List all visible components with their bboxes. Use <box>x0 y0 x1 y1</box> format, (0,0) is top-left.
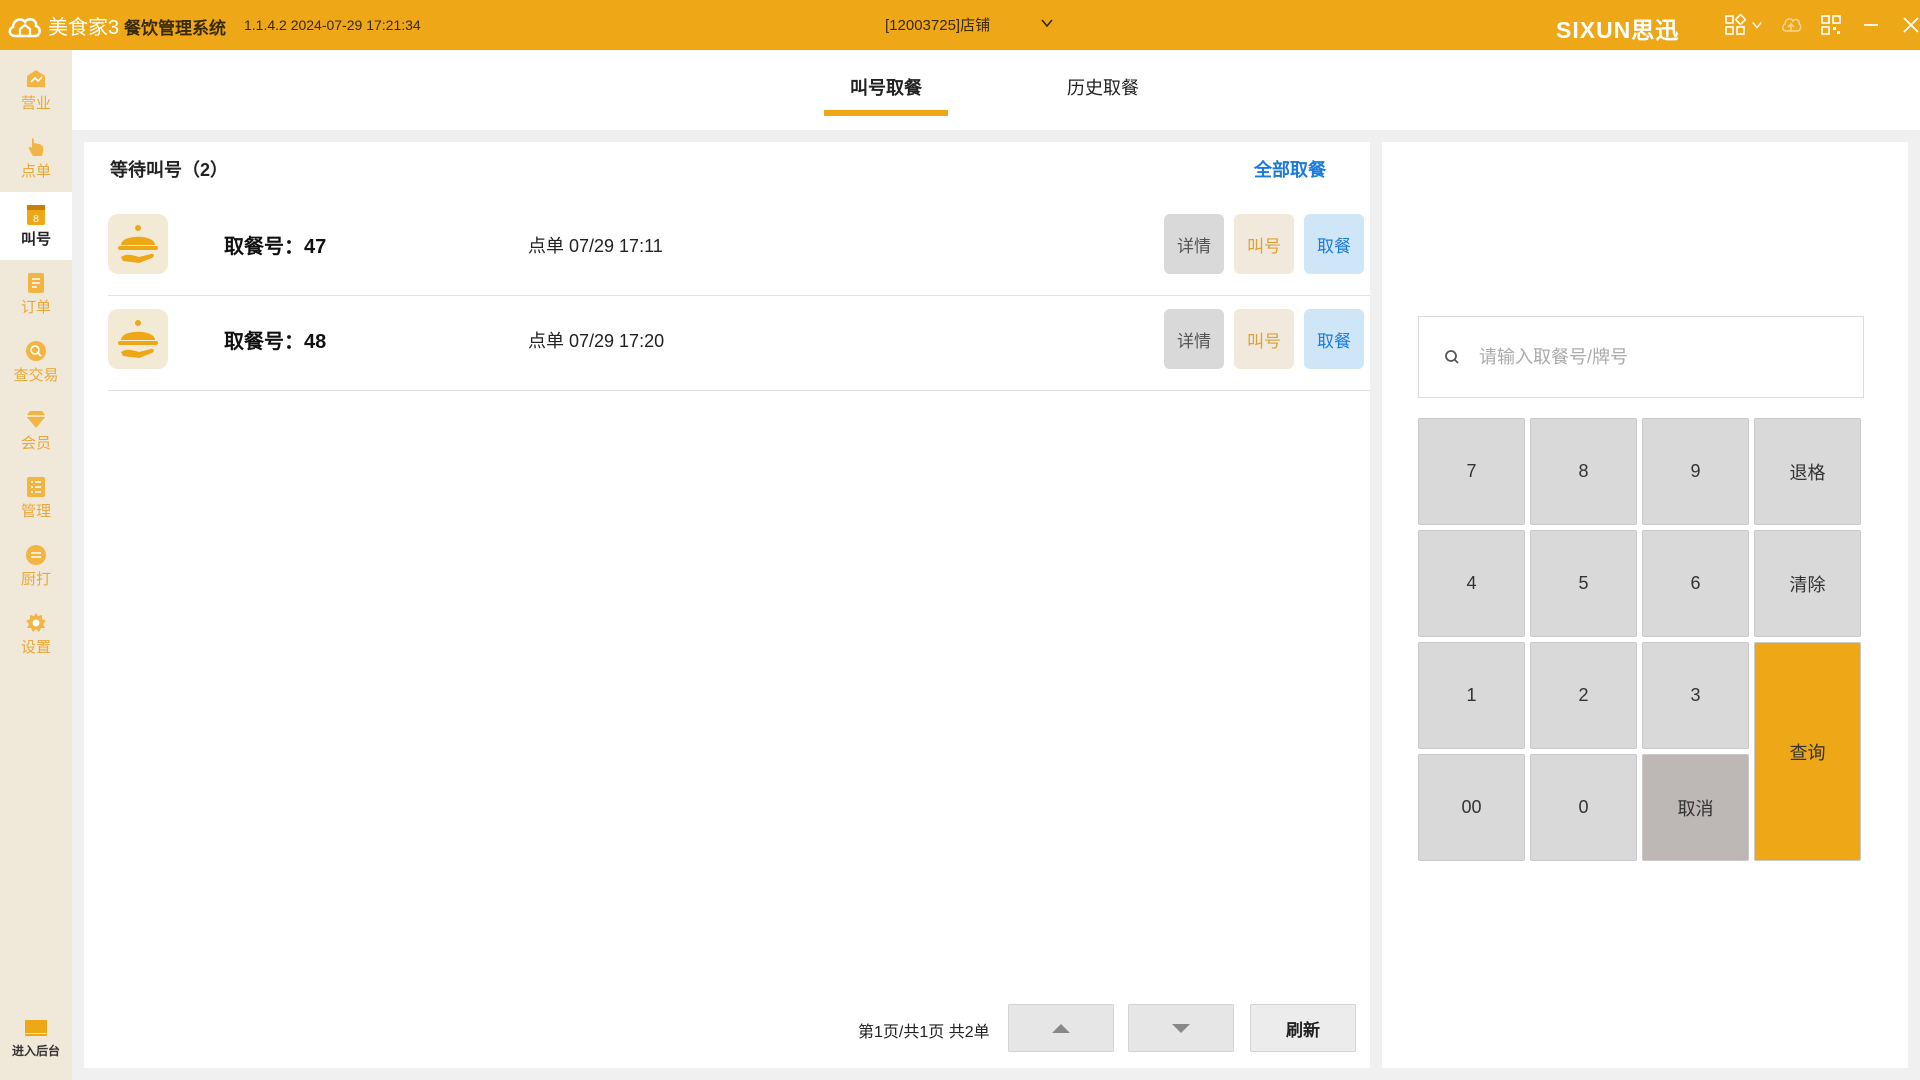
key-3[interactable]: 3 <box>1642 642 1749 749</box>
key-2[interactable]: 2 <box>1530 642 1637 749</box>
keypad-panel: 7 8 9 退格 4 5 6 清除 1 2 3 查询 00 0 取消 <box>1382 142 1908 1068</box>
order-list-icon <box>28 273 44 293</box>
cloud-logo-icon <box>8 17 41 37</box>
key-6[interactable]: 6 <box>1642 530 1749 637</box>
pickup-number: 取餐号：47 <box>224 236 327 258</box>
key-9[interactable]: 9 <box>1642 418 1749 525</box>
title-bar: 美食家3 餐饮管理系统 1.1.4.2 2024-07-29 17:21:34 … <box>0 0 1920 50</box>
call-button[interactable]: 叫号 <box>1234 214 1294 274</box>
sidebar-item-label: 设置 <box>20 639 51 656</box>
sidebar-item-transactions[interactable]: 查交易 <box>0 328 72 396</box>
tab-bar: 叫号取餐 历史取餐 <box>72 50 1920 130</box>
detail-button[interactable]: 详情 <box>1164 309 1224 369</box>
waiting-list-panel: 等待叫号（2） 全部取餐 取餐号：47 点单 07/29 17:11 详情 叫号… <box>84 142 1370 1068</box>
order-time: 点单 07/29 17:11 <box>528 236 663 256</box>
management-icon <box>27 477 45 497</box>
settings-gear-icon <box>26 613 46 632</box>
sidebar-item-order[interactable]: 点单 <box>0 124 72 192</box>
sidebar-item-label: 管理 <box>20 503 51 520</box>
transaction-search-icon <box>26 341 46 361</box>
enter-backend-label: 进入后台 <box>11 1044 60 1058</box>
take-meal-button[interactable]: 取餐 <box>1304 309 1364 369</box>
page-down-button[interactable] <box>1128 1004 1234 1052</box>
sidebar-item-label: 叫号 <box>20 231 51 248</box>
close-icon[interactable] <box>1898 12 1920 38</box>
store-selector[interactable]: [12003725]店铺 <box>885 14 990 35</box>
key-1[interactable]: 1 <box>1418 642 1525 749</box>
qr-code-icon[interactable] <box>1818 12 1844 38</box>
apps-grid-icon[interactable] <box>1722 12 1748 38</box>
kitchen-print-icon <box>26 545 46 565</box>
serving-tray-icon <box>108 214 168 274</box>
list-item: 取餐号：48 点单 07/29 17:20 详情 叫号 取餐 <box>108 297 1370 391</box>
take-meal-button[interactable]: 取餐 <box>1304 214 1364 274</box>
take-all-button[interactable]: 全部取餐 <box>1254 156 1326 182</box>
pickup-number-input[interactable] <box>1479 346 1839 368</box>
enter-backend-button[interactable]: 进入后台 <box>0 1004 72 1072</box>
app-name: 餐饮管理系统 <box>124 19 226 38</box>
sidebar: 营业 点单 8 叫号 订单 查交易 会员 管理 厨打 设置 进入后台 <box>0 50 72 1080</box>
call-button[interactable]: 叫号 <box>1234 309 1294 369</box>
sidebar-item-management[interactable]: 管理 <box>0 464 72 532</box>
cloud-icon[interactable] <box>1778 12 1804 38</box>
sidebar-item-label: 会员 <box>20 435 51 452</box>
order-tap-icon <box>28 138 44 156</box>
detail-button[interactable]: 详情 <box>1164 214 1224 274</box>
clear-key[interactable]: 清除 <box>1754 530 1861 637</box>
apps-chevron-down-icon[interactable] <box>1750 12 1764 38</box>
key-8[interactable]: 8 <box>1530 418 1637 525</box>
page-info: 第1页/共1页 共2单 <box>858 1024 990 1041</box>
brand-name: 美食家3 <box>48 17 120 39</box>
sidebar-item-members[interactable]: 会员 <box>0 396 72 464</box>
pagination: 第1页/共1页 共2单 刷新 <box>84 1002 1370 1052</box>
svg-text:8: 8 <box>33 214 39 225</box>
tab-call-pickup[interactable]: 叫号取餐 <box>850 74 922 100</box>
version-info: 1.1.4.2 2024-07-29 17:21:34 <box>244 17 421 33</box>
active-tab-indicator <box>824 110 948 116</box>
sidebar-item-call-number[interactable]: 8 叫号 <box>0 192 72 260</box>
cancel-key[interactable]: 取消 <box>1642 754 1749 861</box>
triangle-up-icon <box>1052 1023 1070 1033</box>
sidebar-item-label: 点单 <box>20 163 51 180</box>
search-box <box>1418 316 1864 398</box>
app-logo: 美食家3 <box>6 11 119 40</box>
search-icon <box>1445 350 1459 364</box>
vendor-logo: SIXUN思迅 <box>1556 17 1680 43</box>
query-button[interactable]: 查询 <box>1754 642 1861 861</box>
business-icon <box>27 70 45 87</box>
window-controls <box>1722 12 1920 38</box>
key-4[interactable]: 4 <box>1418 530 1525 637</box>
serving-tray-icon <box>108 309 168 369</box>
pickup-number: 取餐号：48 <box>224 331 327 353</box>
backspace-key[interactable]: 退格 <box>1754 418 1861 525</box>
triangle-down-icon <box>1172 1023 1190 1033</box>
page-up-button[interactable] <box>1008 1004 1114 1052</box>
sidebar-item-label: 厨打 <box>20 571 51 588</box>
sidebar-item-business[interactable]: 营业 <box>0 56 72 124</box>
sidebar-item-label: 查交易 <box>13 367 59 384</box>
waiting-title: 等待叫号（2） <box>110 160 229 180</box>
sidebar-item-label: 订单 <box>20 299 51 316</box>
member-diamond-icon <box>26 411 46 428</box>
sidebar-item-label: 营业 <box>20 95 51 112</box>
key-00[interactable]: 00 <box>1418 754 1525 861</box>
sidebar-item-settings[interactable]: 设置 <box>0 600 72 668</box>
sidebar-item-kitchen-print[interactable]: 厨打 <box>0 532 72 600</box>
list-item: 取餐号：47 点单 07/29 17:11 详情 叫号 取餐 <box>108 202 1370 296</box>
call-number-icon: 8 <box>27 205 45 225</box>
key-5[interactable]: 5 <box>1530 530 1637 637</box>
key-0[interactable]: 0 <box>1530 754 1637 861</box>
order-time: 点单 07/29 17:20 <box>528 331 665 351</box>
minimize-icon[interactable] <box>1858 12 1884 38</box>
key-7[interactable]: 7 <box>1418 418 1525 525</box>
chevron-down-icon[interactable] <box>1040 16 1054 30</box>
sidebar-item-orders[interactable]: 订单 <box>0 260 72 328</box>
monitor-icon <box>25 1020 47 1036</box>
refresh-button[interactable]: 刷新 <box>1250 1004 1356 1052</box>
tab-pickup-history[interactable]: 历史取餐 <box>1067 74 1139 100</box>
